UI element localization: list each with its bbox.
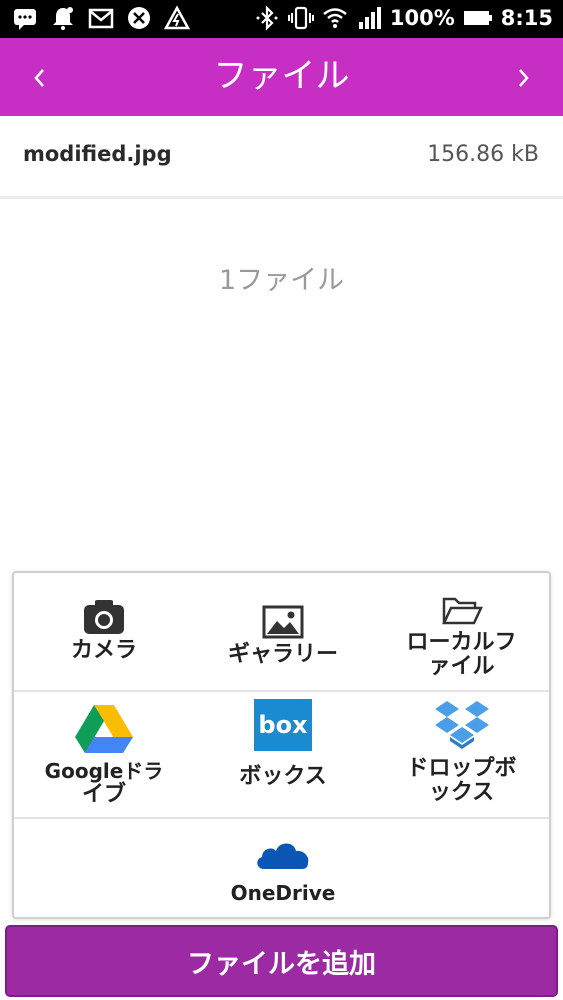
- source-gallery-label: ギャラリー: [227, 642, 338, 667]
- google-drive-icon: [75, 705, 133, 753]
- signal-icon: [358, 7, 381, 29]
- camera-icon: [84, 600, 124, 634]
- status-bar: 100% 8:15: [0, 0, 563, 38]
- source-picker-sheet: カメラ ギャラリー ローカルフ ァイル Googleドラ イブ box ボックス…: [12, 571, 551, 919]
- source-google-drive-label-2: イブ: [81, 782, 126, 807]
- wifi-icon: [323, 8, 347, 28]
- alert-icon: [164, 5, 190, 30]
- source-google-drive-label-1: Googleドラ: [44, 759, 164, 783]
- file-count: 1ファイル: [218, 265, 345, 296]
- chevron-right-icon: [519, 69, 529, 87]
- folder-icon: [441, 597, 483, 625]
- message-icon: [14, 9, 36, 30]
- source-dropbox[interactable]: ドロップボ ックス: [372, 699, 551, 805]
- source-camera[interactable]: カメラ: [14, 599, 194, 663]
- source-dropbox-label-1: ドロップボ: [406, 756, 517, 781]
- file-size: 156.86 kB: [427, 142, 539, 167]
- gmail-icon: [88, 8, 114, 29]
- onedrive-icon: [257, 843, 309, 869]
- battery-icon: [463, 11, 492, 25]
- battery-percent: 100%: [389, 6, 455, 30]
- page-title: ファイル: [213, 56, 350, 96]
- source-local-file-label-1: ローカルフ: [406, 630, 517, 655]
- source-local-file[interactable]: ローカルフ ァイル: [372, 595, 551, 679]
- divider: [14, 817, 549, 819]
- add-file-button[interactable]: ファイルを追加: [5, 925, 558, 997]
- source-dropbox-label-2: ックス: [428, 780, 495, 805]
- gallery-icon: [262, 605, 304, 639]
- dropbox-icon: [434, 701, 489, 749]
- file-list-item[interactable]: modified.jpg 156.86 kB: [0, 116, 563, 199]
- svg-text:box: box: [258, 711, 308, 739]
- source-local-file-label-2: ァイル: [428, 654, 495, 679]
- source-box-label: ボックス: [239, 764, 327, 789]
- box-icon: box: [254, 699, 312, 751]
- sync-icon: [128, 7, 150, 29]
- notification-bell-icon: [53, 7, 73, 30]
- status-left-icons: [12, 5, 190, 31]
- source-gallery[interactable]: ギャラリー: [194, 605, 372, 667]
- source-google-drive[interactable]: Googleドラ イブ: [14, 703, 194, 807]
- source-box[interactable]: box ボックス: [194, 699, 372, 789]
- status-right: 100% 8:15: [254, 4, 553, 32]
- vibrate-icon: [287, 6, 314, 30]
- source-onedrive[interactable]: OneDrive: [194, 835, 372, 905]
- app-header: ファイル: [0, 38, 563, 116]
- divider: [14, 690, 549, 692]
- next-button[interactable]: [505, 60, 541, 96]
- source-onedrive-label: OneDrive: [230, 881, 336, 905]
- clock: 8:15: [500, 6, 553, 30]
- source-camera-label: カメラ: [70, 638, 137, 663]
- file-name: modified.jpg: [23, 142, 172, 166]
- bluetooth-icon: [256, 5, 278, 31]
